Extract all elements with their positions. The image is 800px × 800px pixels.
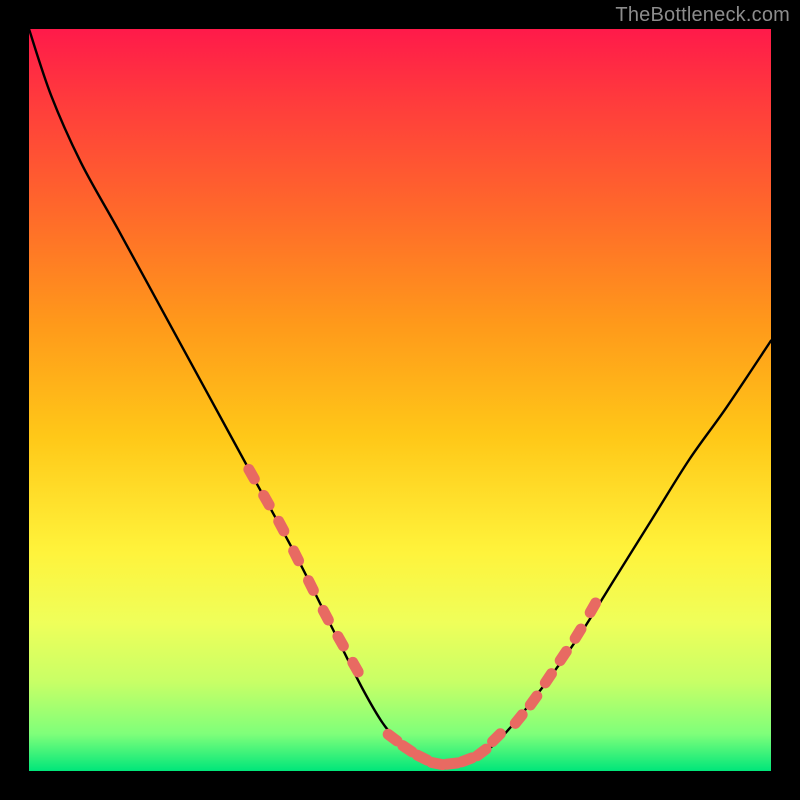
marker-left: [256, 488, 276, 513]
bottleneck-curve: [29, 29, 771, 764]
chart-svg: [29, 29, 771, 771]
marker-left: [316, 603, 336, 628]
watermark-text: TheBottleneck.com: [615, 4, 790, 27]
marker-left: [286, 544, 306, 569]
marker-left: [301, 573, 321, 598]
marker-left: [241, 462, 261, 487]
chart-plot-area: [29, 29, 771, 771]
marker-right: [583, 595, 603, 620]
